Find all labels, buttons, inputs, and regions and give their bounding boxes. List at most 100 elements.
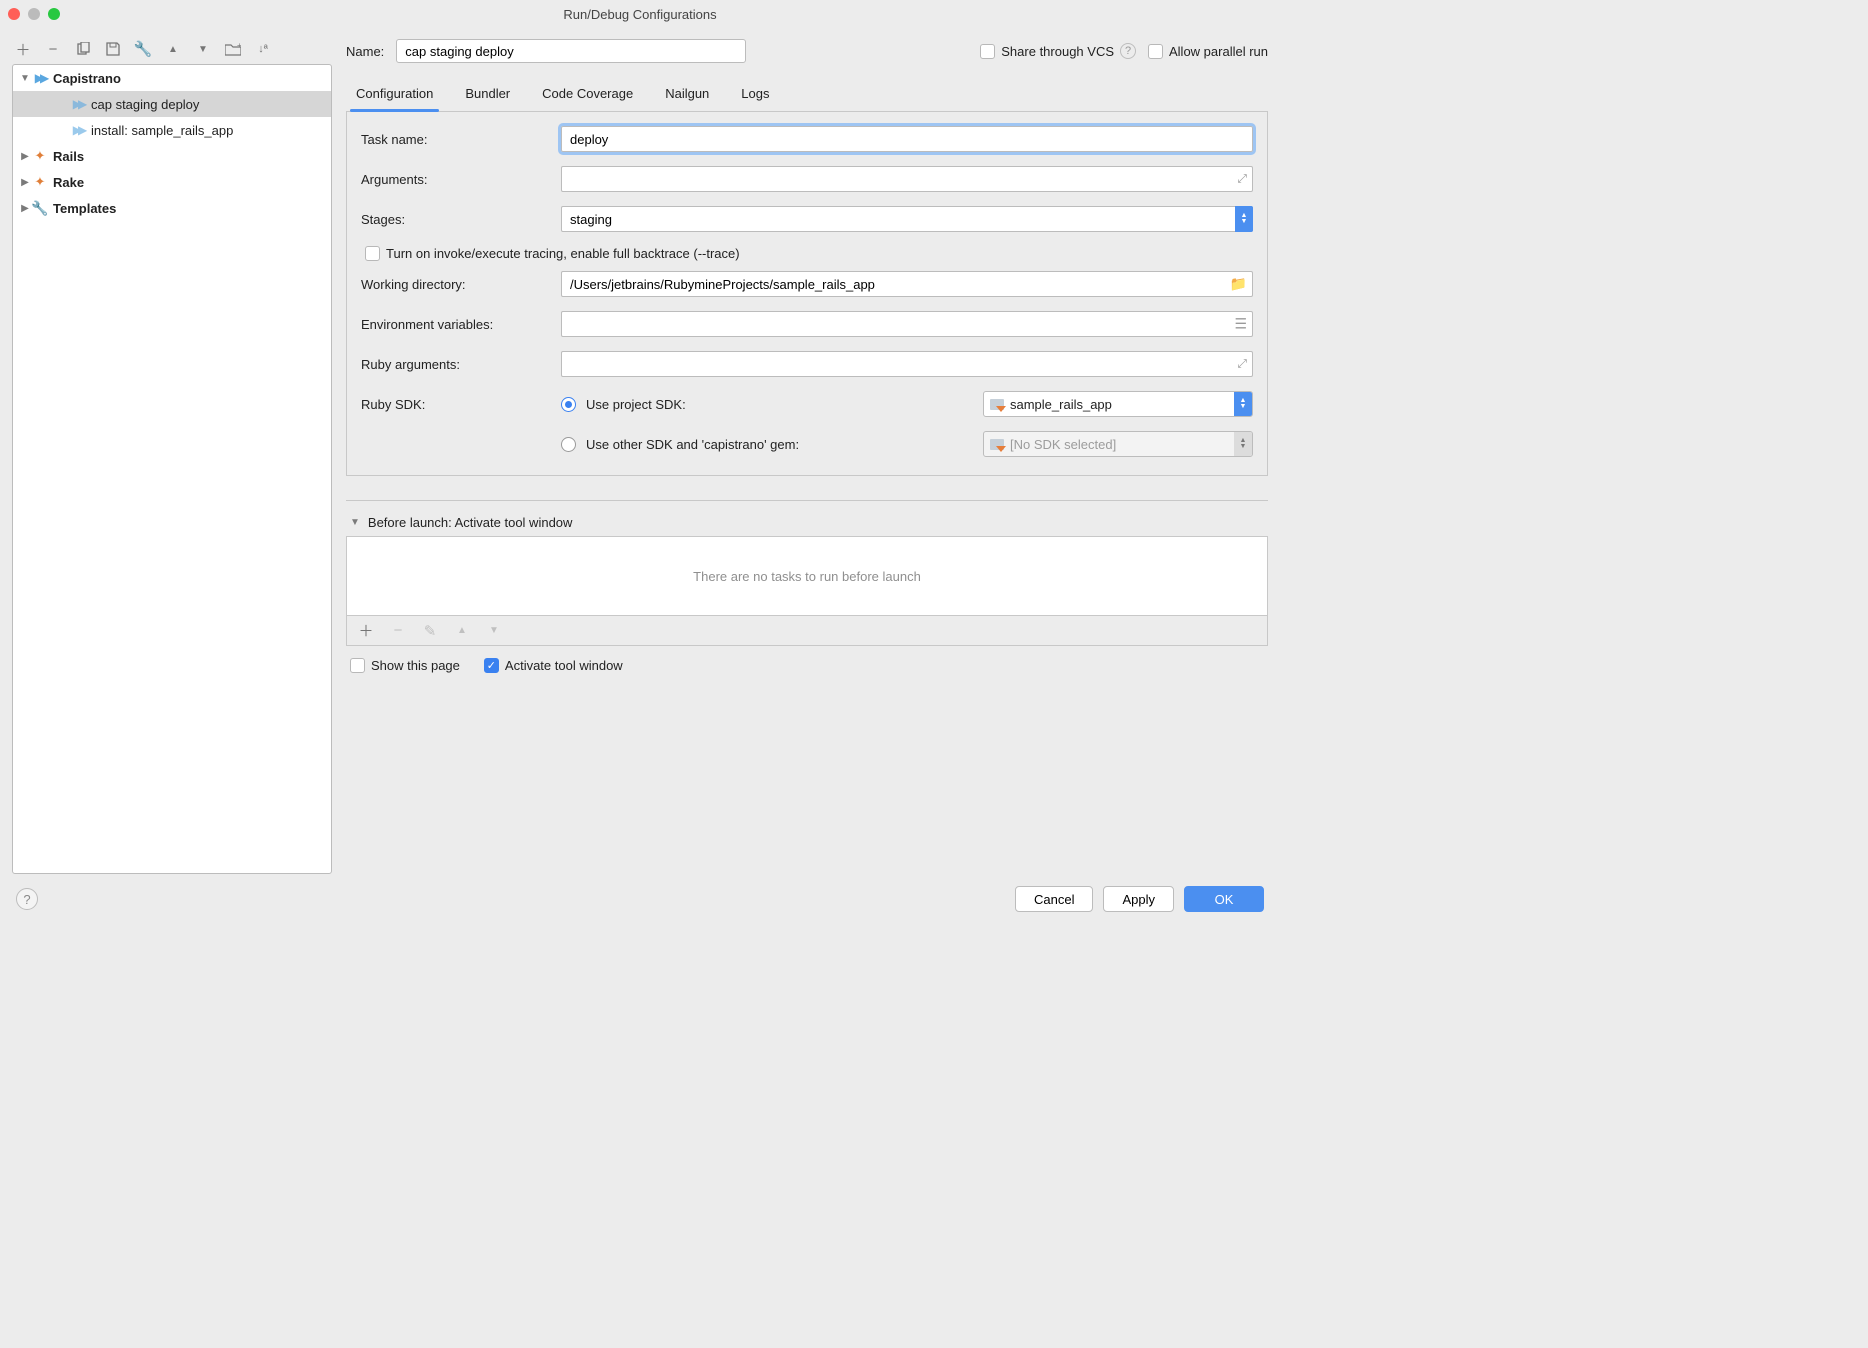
sort-icon[interactable]: ↓ª [254,40,272,58]
copy-icon[interactable] [74,40,92,58]
tree-node-rails[interactable]: ▶ ✦ Rails [13,143,331,169]
tree-node-rake[interactable]: ▶ ✦ Rake [13,169,331,195]
before-launch-toolbar: ＋ − ✎ ▲ ▼ [346,616,1268,646]
templates-icon: 🔧 [31,200,49,217]
expand-icon[interactable]: ⤢ [1237,357,1247,372]
before-launch-list[interactable]: There are no tasks to run before launch [346,536,1268,616]
ruby-arguments-label: Ruby arguments: [361,357,561,372]
minimize-window-icon [28,8,40,20]
name-label: Name: [346,44,384,59]
apply-button[interactable]: Apply [1103,886,1174,912]
checkbox-checked-icon: ✓ [484,658,499,673]
config-tree[interactable]: ▼ ▶▶ Capistrano ▶▶ cap staging deploy ▶▶… [12,64,332,874]
cancel-button[interactable]: Cancel [1015,886,1093,912]
tree-label: Rails [53,149,84,164]
project-sdk-value: sample_rails_app [1010,397,1112,412]
svg-text:+: + [237,42,241,50]
tree-node-cap-staging-deploy[interactable]: ▶▶ cap staging deploy [13,91,331,117]
project-sdk-select[interactable]: sample_rails_app ▲▼ [983,391,1253,417]
sdk-other-radio[interactable] [561,437,576,452]
sdk-project-label: Use project SDK: [586,397,686,412]
task-name-input[interactable] [561,126,1253,152]
dropdown-icon[interactable]: ▲▼ [1235,206,1253,232]
tab-logs[interactable]: Logs [741,78,769,111]
other-sdk-value: [No SDK selected] [1010,437,1116,452]
share-vcs-checkbox[interactable]: Share through VCS ? [980,43,1136,59]
tree-node-install[interactable]: ▶▶ install: sample_rails_app [13,117,331,143]
browse-folder-icon[interactable]: 📁 [1230,276,1247,293]
trace-label: Turn on invoke/execute tracing, enable f… [386,246,740,261]
window-title: Run/Debug Configurations [0,7,1280,22]
rails-icon: ✦ [31,148,49,164]
close-window-icon[interactable] [8,8,20,20]
move-up-icon[interactable]: ▲ [164,40,182,58]
name-input[interactable] [396,39,746,63]
dialog-footer: ? Cancel Apply OK [12,874,1268,912]
remove-icon: − [389,622,407,640]
working-directory-input[interactable] [561,271,1253,297]
tabs: Configuration Bundler Code Coverage Nail… [346,78,1268,112]
activate-tool-window-checkbox[interactable]: ✓ Activate tool window [484,658,623,673]
sdk-project-radio[interactable] [561,397,576,412]
tab-nailgun[interactable]: Nailgun [665,78,709,111]
allow-parallel-checkbox[interactable]: Allow parallel run [1148,44,1268,59]
activate-tool-window-label: Activate tool window [505,658,623,673]
other-sdk-select: [No SDK selected] ▲▼ [983,431,1253,457]
before-launch-title: Before launch: Activate tool window [368,515,573,530]
disclosure-closed-icon[interactable]: ▶ [19,203,31,214]
task-name-label: Task name: [361,132,561,147]
disclosure-open-icon[interactable]: ▼ [19,73,31,84]
checkbox-icon [1148,44,1163,59]
working-directory-label: Working directory: [361,277,561,292]
folder-plus-icon[interactable]: + [224,40,242,58]
tab-code-coverage[interactable]: Code Coverage [542,78,633,111]
help-icon[interactable]: ? [1120,43,1136,59]
configuration-form: Task name: Arguments: ⤢ Stages: [346,112,1268,476]
stages-select[interactable] [561,206,1253,232]
stages-label: Stages: [361,212,561,227]
remove-icon[interactable]: − [44,40,62,58]
tree-label: Capistrano [53,71,121,86]
ok-button[interactable]: OK [1184,886,1264,912]
capistrano-icon: ▶▶ [31,71,49,85]
help-button[interactable]: ? [16,888,38,910]
tree-node-capistrano[interactable]: ▼ ▶▶ Capistrano [13,65,331,91]
capistrano-icon: ▶▶ [69,97,87,111]
disclosure-open-icon[interactable]: ▼ [350,517,360,528]
tree-node-templates[interactable]: ▶ 🔧 Templates [13,195,331,221]
rake-icon: ✦ [31,174,49,190]
titlebar: Run/Debug Configurations [0,0,1280,28]
env-vars-input[interactable] [561,311,1253,337]
allow-parallel-label: Allow parallel run [1169,44,1268,59]
move-down-icon: ▼ [485,622,503,640]
arguments-label: Arguments: [361,172,561,187]
dropdown-icon[interactable]: ▲▼ [1234,392,1252,416]
add-icon[interactable]: ＋ [357,622,375,640]
ruby-arguments-input[interactable] [561,351,1253,377]
dropdown-icon: ▲▼ [1234,432,1252,456]
show-this-page-label: Show this page [371,658,460,673]
zoom-window-icon[interactable] [48,8,60,20]
trace-checkbox[interactable]: Turn on invoke/execute tracing, enable f… [365,246,740,261]
before-launch-section: ▼ Before launch: Activate tool window Th… [346,500,1268,646]
env-vars-label: Environment variables: [361,317,561,332]
ruby-folder-icon [990,439,1004,450]
before-launch-empty: There are no tasks to run before launch [693,569,921,584]
tree-label: Templates [53,201,116,216]
save-icon[interactable] [104,40,122,58]
disclosure-closed-icon[interactable]: ▶ [19,177,31,188]
expand-icon[interactable]: ⤢ [1237,172,1247,187]
tab-configuration[interactable]: Configuration [356,78,433,111]
arguments-input[interactable] [561,166,1253,192]
show-this-page-checkbox[interactable]: Show this page [350,658,460,673]
tree-label: install: sample_rails_app [91,123,233,138]
add-icon[interactable]: ＋ [14,40,32,58]
checkbox-icon [980,44,995,59]
tab-bundler[interactable]: Bundler [465,78,510,111]
wrench-icon[interactable]: 🔧 [134,40,152,58]
ruby-folder-icon [990,399,1004,410]
list-icon[interactable]: ☰ [1234,316,1247,333]
move-up-icon: ▲ [453,622,471,640]
move-down-icon[interactable]: ▼ [194,40,212,58]
disclosure-closed-icon[interactable]: ▶ [19,151,31,162]
